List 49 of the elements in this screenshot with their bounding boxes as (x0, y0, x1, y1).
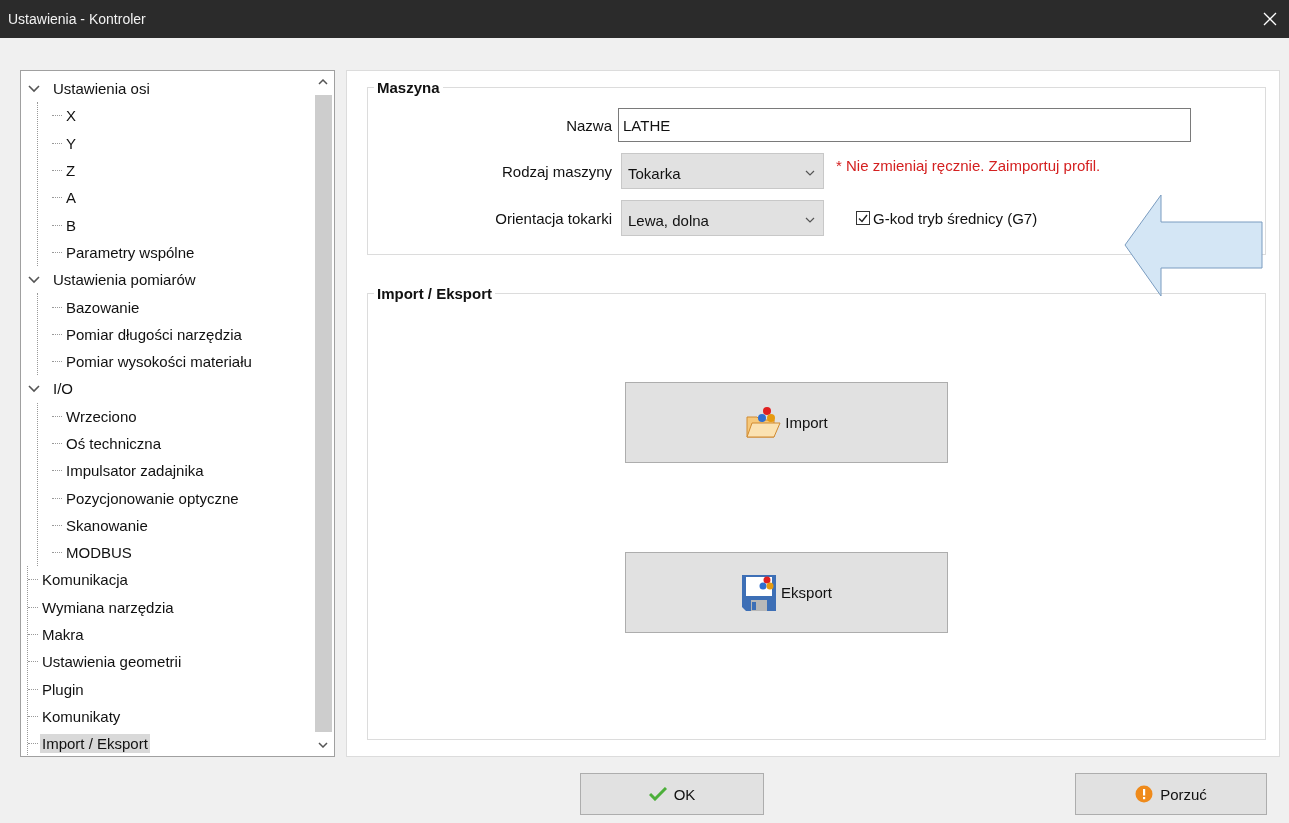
tree-item[interactable]: MODBUS (64, 543, 134, 563)
field-label: Nazwa (565, 116, 612, 134)
tree-item[interactable]: Ustawienia osi (51, 79, 152, 99)
tree-item[interactable]: Impulsator zadajnika (64, 461, 206, 481)
tree-item[interactable]: Plugin (40, 679, 86, 699)
tree-item[interactable]: Wymiana narzędzia (40, 597, 176, 617)
checkbox[interactable] (856, 211, 870, 225)
folder-icon (745, 404, 782, 441)
field-label: Rodzaj maszyny (500, 162, 612, 180)
cancel-button[interactable]: Porzuć (1075, 773, 1267, 815)
chevron-down-icon (805, 217, 815, 223)
scroll-up-icon[interactable] (318, 79, 328, 85)
tree-item[interactable]: Makra (40, 625, 86, 645)
tree-item[interactable]: Pozycjonowanie optyczne (64, 488, 241, 508)
import-button[interactable]: Import (625, 382, 948, 463)
dropdown[interactable]: Tokarka (621, 153, 824, 189)
tree-item[interactable]: I/O (51, 379, 75, 399)
tree-item[interactable]: Ustawienia pomiarów (51, 270, 198, 290)
tree-item[interactable]: Parametry wspólne (64, 242, 197, 262)
checkmark-icon (648, 787, 667, 801)
tree-item[interactable]: Bazowanie (64, 297, 142, 317)
tree-item[interactable]: Wrzeciono (64, 406, 139, 426)
name-field[interactable]: LATHE (618, 108, 1191, 142)
group-title: Import / Eksport (376, 285, 493, 302)
tree-item[interactable]: Oś techniczna (64, 434, 164, 453)
tree-item[interactable]: Pomiar długości narzędzia (64, 324, 244, 344)
tree-item[interactable]: B (64, 215, 78, 235)
window-title: Ustawienia - Kontroler (8, 11, 146, 27)
warning-icon (1135, 785, 1154, 803)
field-label: Orientacja tokarki (494, 209, 612, 227)
tree-item[interactable]: Z (64, 161, 78, 181)
tree-item[interactable]: Komunikacja (40, 570, 130, 590)
close-icon[interactable] (1263, 12, 1277, 26)
tree-item[interactable]: X (64, 106, 78, 126)
tree-item[interactable]: Ustawienia geometrii (40, 652, 184, 672)
warning-text: * Nie zmieniaj ręcznie. Zaimportuj profil. (836, 156, 1102, 174)
group-title: Maszyna (376, 79, 441, 96)
chevron-down-icon (805, 170, 815, 176)
tree-item[interactable]: Skanowanie (64, 515, 150, 535)
tree-item[interactable]: A (64, 188, 78, 208)
tree-item[interactable]: Pomiar wysokości materiału (64, 352, 254, 372)
tree-item[interactable]: Komunikaty (40, 706, 123, 726)
scroll-down-icon[interactable] (318, 742, 328, 748)
dropdown[interactable]: Lewa, dolna (621, 200, 824, 236)
export-button[interactable]: Eksport (625, 552, 948, 633)
ok-button[interactable]: OK (580, 773, 764, 815)
tree-item[interactable]: Y (64, 133, 78, 153)
tree-item[interactable]: Import / Eksport (40, 734, 150, 754)
checkbox-label: G-kod tryb średnicy (G7) (873, 209, 1038, 227)
